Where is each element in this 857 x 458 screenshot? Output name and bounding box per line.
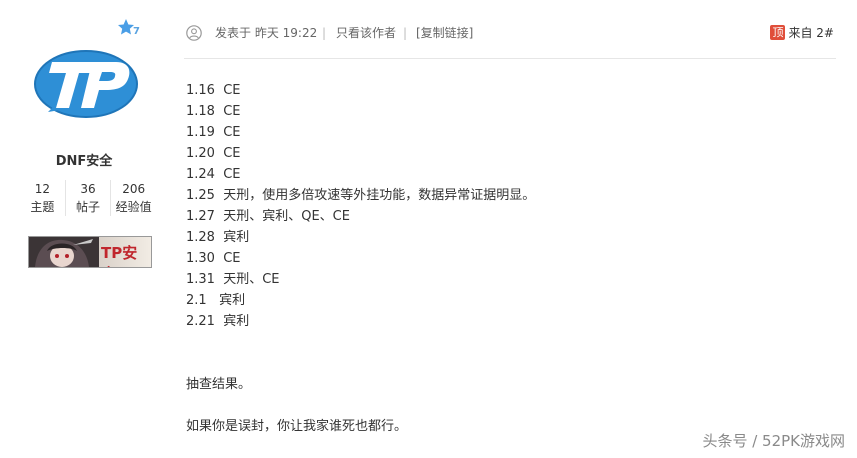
avatar[interactable] (32, 48, 140, 122)
post-content: 1.16 CE 1.18 CE 1.19 CE 1.20 CE 1.24 CE … (186, 80, 535, 332)
stat-label: 经验值 (115, 200, 152, 214)
anime-character-icon (29, 237, 99, 267)
content-line: 1.24 CE (186, 167, 241, 182)
stat-label: 主题 (30, 200, 55, 214)
result-text: 抽查结果。 (186, 377, 252, 392)
author-name[interactable]: DNF安全 (0, 150, 168, 169)
closing-text: 如果你是误封，你让我家谁死也都行。 (186, 419, 408, 434)
only-author-link[interactable]: 只看该作者 (336, 25, 396, 41)
user-icon (186, 25, 202, 41)
stat-posts[interactable]: 36 帖子 (64, 180, 111, 216)
stat-threads[interactable]: 12 主题 (20, 180, 65, 216)
content-line: 1.25 天刑，使用多倍攻速等外挂功能，数据异常证据明显。 (186, 188, 536, 203)
tp-logo-icon (34, 50, 138, 118)
content-line: 2.1 宾利 (186, 293, 246, 308)
content-line: 1.16 CE (186, 83, 241, 98)
content-line: 2.21 宾利 (186, 314, 250, 329)
header-divider (184, 58, 836, 59)
medal-text: TP安全 (101, 244, 138, 267)
content-line: 1.30 CE (186, 251, 241, 266)
content-line: 1.31 天刑、CE (186, 272, 280, 287)
medal-banner[interactable]: TP安全 (28, 236, 152, 268)
stat-experience[interactable]: 206 经验值 (110, 180, 156, 216)
author-sidebar: 7 DNF安全 12 主题 36 帖子 206 经验值 TP安 (0, 0, 168, 458)
stat-value: 36 (80, 182, 96, 196)
content-line: 1.20 CE (186, 146, 241, 161)
source-watermark: 头条号 / 52PK游戏网 (702, 432, 845, 450)
copy-link[interactable]: [复制链接] (416, 25, 473, 41)
header-separator: | (403, 26, 408, 40)
level-number: 7 (133, 26, 140, 37)
floor-indicator[interactable]: 顶 来自 2# (770, 23, 834, 41)
floor-number: 来自 2# (788, 25, 834, 40)
post-time: 发表于 昨天 19:22 (215, 26, 318, 40)
author-stats: 12 主题 36 帖子 206 经验值 (20, 180, 156, 216)
stat-label: 帖子 (76, 200, 101, 214)
content-line: 1.28 宾利 (186, 230, 250, 245)
content-line: 1.19 CE (186, 125, 241, 140)
top-icon[interactable]: 顶 (770, 24, 786, 40)
stat-value: 12 (34, 182, 50, 196)
content-line: 1.27 天刑、宾利、QE、CE (186, 209, 350, 224)
stat-value: 206 (122, 182, 146, 196)
level-badge: 7 (117, 18, 143, 40)
header-separator: | (322, 26, 327, 40)
post-header: 发表于 昨天 19:22 | 只看该作者 | [复制链接] 顶 来自 2# (184, 17, 836, 47)
content-line: 1.18 CE (186, 104, 241, 119)
